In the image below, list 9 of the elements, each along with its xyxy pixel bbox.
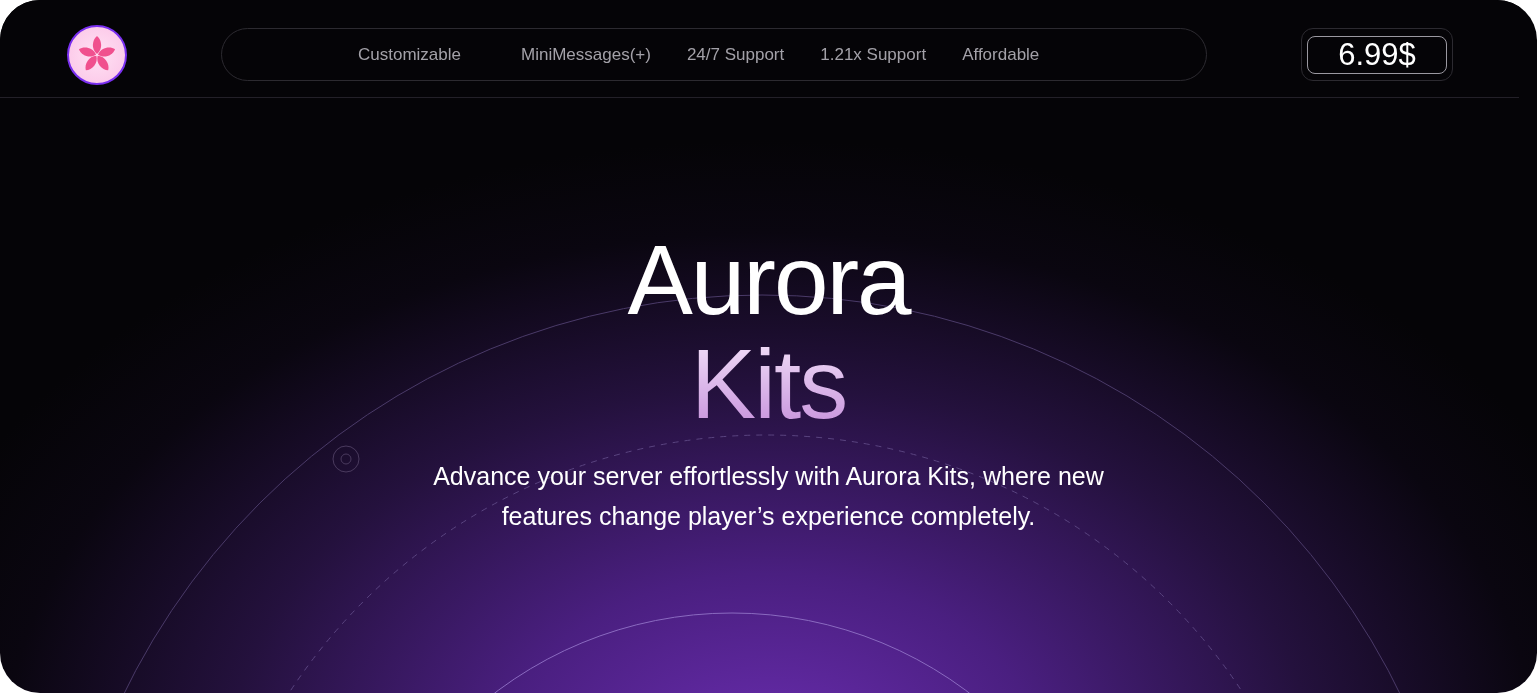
nav-link[interactable]: 1.21x Support — [820, 44, 927, 65]
nav-link[interactable]: Customizable — [358, 44, 461, 65]
nav-link[interactable]: Affordable — [962, 44, 1040, 65]
target-icon — [332, 445, 360, 473]
nav-link[interactable]: 24/7 Support — [686, 44, 785, 65]
hero-title: Aurora — [627, 230, 910, 330]
hero-description: Advance your server effortlessly with Aurora Kits, where new features change player’s experience completely. — [432, 461, 1105, 532]
price-tag: 6.99$ — [1307, 35, 1447, 74]
nav-link[interactable]: MiniMessages(+) — [521, 44, 651, 65]
